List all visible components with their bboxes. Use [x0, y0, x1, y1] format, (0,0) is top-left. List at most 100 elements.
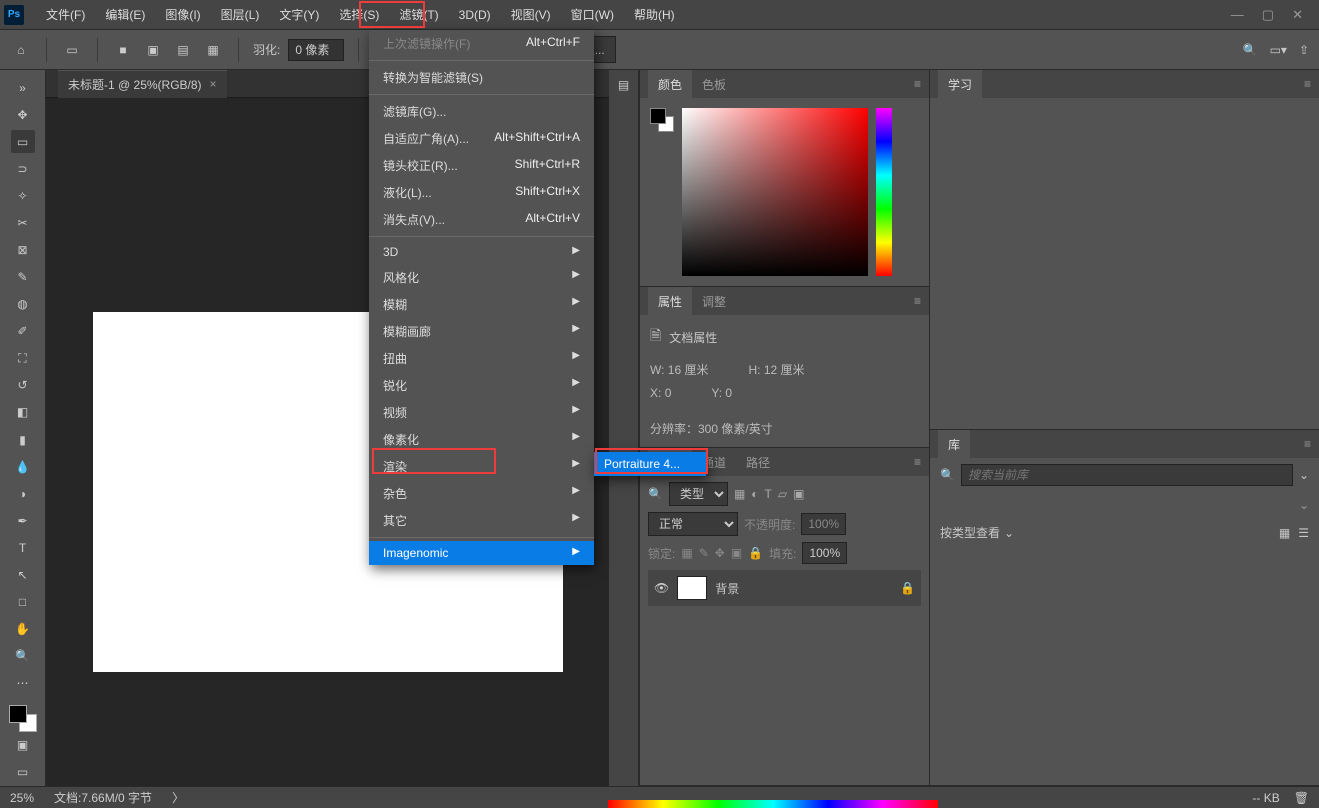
color-tab[interactable]: 颜色 — [648, 70, 692, 99]
menu-vanishing-point[interactable]: 消失点(V)...Alt+Ctrl+V — [369, 206, 594, 233]
panel-icon[interactable]: ▤ — [618, 78, 629, 92]
layer-thumb[interactable] — [677, 576, 707, 600]
history-brush-tool-icon[interactable]: ↺ — [11, 374, 35, 397]
menu-blur-gallery[interactable]: 模糊画廊▶ — [369, 318, 594, 345]
filter-adj-icon[interactable]: ◐ — [751, 487, 758, 501]
sel-sub-icon[interactable]: ▤ — [172, 39, 194, 61]
shape-tool-icon[interactable]: □ — [11, 590, 35, 613]
trash-icon[interactable]: 🗑 — [1294, 791, 1309, 805]
pen-tool-icon[interactable]: ✒ — [11, 509, 35, 532]
move-tool-icon[interactable]: ✥ — [11, 103, 35, 126]
filter-pixel-icon[interactable]: ▦ — [734, 487, 745, 501]
menu-select[interactable]: 选择(S) — [329, 0, 389, 29]
visibility-icon[interactable]: 👁 — [654, 581, 669, 595]
marquee-preset-icon[interactable]: ▭ — [61, 39, 83, 61]
foreground-color[interactable] — [9, 705, 27, 723]
menu-help[interactable]: 帮助(H) — [624, 0, 685, 29]
layer-row[interactable]: 👁 背景 🔒 — [648, 570, 921, 606]
filter-smart-icon[interactable]: ▣ — [793, 487, 804, 501]
menu-window[interactable]: 窗口(W) — [561, 0, 624, 29]
menu-portraiture[interactable]: Portraiture 4... — [594, 452, 706, 476]
crop-tool-icon[interactable]: ✂ — [11, 211, 35, 234]
sel-add-icon[interactable]: ▣ — [142, 39, 164, 61]
doc-info[interactable]: 文档:7.66M/0 字节 — [54, 789, 152, 806]
layer-kind-select[interactable]: 类型 — [669, 482, 728, 506]
sel-intersect-icon[interactable]: ▦ — [202, 39, 224, 61]
workspace-icon[interactable]: ▭▾ — [1270, 43, 1287, 57]
zoom-tool-icon[interactable]: 🔍 — [11, 645, 35, 668]
menu-render[interactable]: 渲染▶ — [369, 453, 594, 480]
list-view-icon[interactable]: ☰ — [1298, 526, 1309, 540]
panel-menu-icon[interactable]: ≡ — [1304, 437, 1311, 451]
arrow-icon[interactable]: 〉 — [172, 789, 184, 806]
eyedropper-tool-icon[interactable]: ✎ — [11, 266, 35, 289]
filter-type-icon[interactable]: T — [765, 487, 772, 501]
panel-menu-icon[interactable]: ≡ — [914, 455, 921, 469]
menu-other[interactable]: 其它▶ — [369, 507, 594, 534]
layer-filter-icon[interactable]: 🔍 — [648, 487, 663, 501]
learn-tab[interactable]: 学习 — [938, 70, 982, 99]
menu-type[interactable]: 文字(Y) — [269, 0, 329, 29]
chevron-down-icon[interactable]: ⌄ — [1299, 468, 1309, 482]
swatches-tab[interactable]: 色板 — [692, 70, 736, 99]
lock-paint-icon[interactable]: ✎ — [699, 546, 709, 560]
library-tab[interactable]: 库 — [938, 430, 970, 459]
minimize-icon[interactable]: — — [1231, 7, 1244, 23]
lock-art-icon[interactable]: ▣ — [731, 546, 742, 560]
dodge-tool-icon[interactable]: ◑ — [11, 482, 35, 505]
menu-lens-correction[interactable]: 镜头校正(R)...Shift+Ctrl+R — [369, 152, 594, 179]
share-icon[interactable]: ⇧ — [1299, 43, 1309, 57]
hand-tool-icon[interactable]: ✋ — [11, 618, 35, 641]
type-tool-icon[interactable]: T — [11, 536, 35, 559]
menu-image[interactable]: 图像(I) — [155, 0, 210, 29]
doc-close-icon[interactable]: × — [210, 77, 217, 91]
menu-file[interactable]: 文件(F) — [36, 0, 95, 29]
zoom-level[interactable]: 25% — [10, 791, 34, 805]
menu-view[interactable]: 视图(V) — [501, 0, 561, 29]
opacity-value[interactable]: 100% — [801, 513, 846, 535]
menu-imagenomic[interactable]: Imagenomic▶ — [369, 541, 594, 565]
filter-shape-icon[interactable]: ▱ — [778, 487, 787, 501]
lock-trans-icon[interactable]: ▦ — [681, 546, 692, 560]
menu-last-filter[interactable]: 上次滤镜操作(F)Alt+Ctrl+F — [369, 30, 594, 57]
hue-strip[interactable] — [876, 108, 892, 276]
color-swatch[interactable] — [9, 705, 37, 732]
eraser-tool-icon[interactable]: ◧ — [11, 401, 35, 424]
menu-video[interactable]: 视频▶ — [369, 399, 594, 426]
home-icon[interactable]: ⌂ — [10, 39, 32, 61]
color-field[interactable] — [682, 108, 868, 276]
sel-new-icon[interactable]: ■ — [112, 39, 134, 61]
path-tool-icon[interactable]: ↖ — [11, 563, 35, 586]
library-search-input[interactable] — [961, 464, 1293, 486]
menu-3d[interactable]: 3D(D) — [449, 2, 501, 28]
menu-distort[interactable]: 扭曲▶ — [369, 345, 594, 372]
blur-tool-icon[interactable]: 💧 — [11, 455, 35, 478]
marquee-tool-icon[interactable]: ▭ — [11, 130, 35, 153]
brush-tool-icon[interactable]: ✐ — [11, 320, 35, 343]
menu-blur[interactable]: 模糊▶ — [369, 291, 594, 318]
quickmask-icon[interactable]: ▣ — [11, 734, 35, 757]
panel-menu-icon[interactable]: ≡ — [914, 294, 921, 308]
frame-tool-icon[interactable]: ⊠ — [11, 238, 35, 261]
panel-menu-icon[interactable]: ≡ — [914, 77, 921, 91]
color-mini-swatch[interactable] — [650, 108, 674, 132]
heal-tool-icon[interactable]: ◍ — [11, 293, 35, 316]
stamp-tool-icon[interactable]: ⛶ — [11, 347, 35, 370]
fill-value[interactable]: 100% — [802, 542, 847, 564]
chevron-down-icon[interactable]: ⌄ — [1299, 498, 1309, 512]
chevron-down-icon[interactable]: ⌄ — [1004, 526, 1014, 540]
menu-noise[interactable]: 杂色▶ — [369, 480, 594, 507]
menu-liquify[interactable]: 液化(L)...Shift+Ctrl+X — [369, 179, 594, 206]
blend-mode-select[interactable]: 正常 — [648, 512, 738, 536]
more-tools-icon[interactable]: ⋯ — [11, 672, 35, 695]
menu-stylize[interactable]: 风格化▶ — [369, 264, 594, 291]
menu-filter-gallery[interactable]: 滤镜库(G)... — [369, 98, 594, 125]
adjustments-tab[interactable]: 调整 — [692, 287, 736, 316]
menu-edit[interactable]: 编辑(E) — [95, 0, 155, 29]
grid-view-icon[interactable]: ▦ — [1279, 526, 1290, 540]
paths-tab[interactable]: 路径 — [736, 448, 780, 477]
search-icon[interactable]: 🔍 — [1243, 43, 1258, 57]
menu-sharpen[interactable]: 锐化▶ — [369, 372, 594, 399]
document-tab[interactable]: 未标题-1 @ 25%(RGB/8) × — [58, 70, 227, 98]
wand-tool-icon[interactable]: ✧ — [11, 184, 35, 207]
